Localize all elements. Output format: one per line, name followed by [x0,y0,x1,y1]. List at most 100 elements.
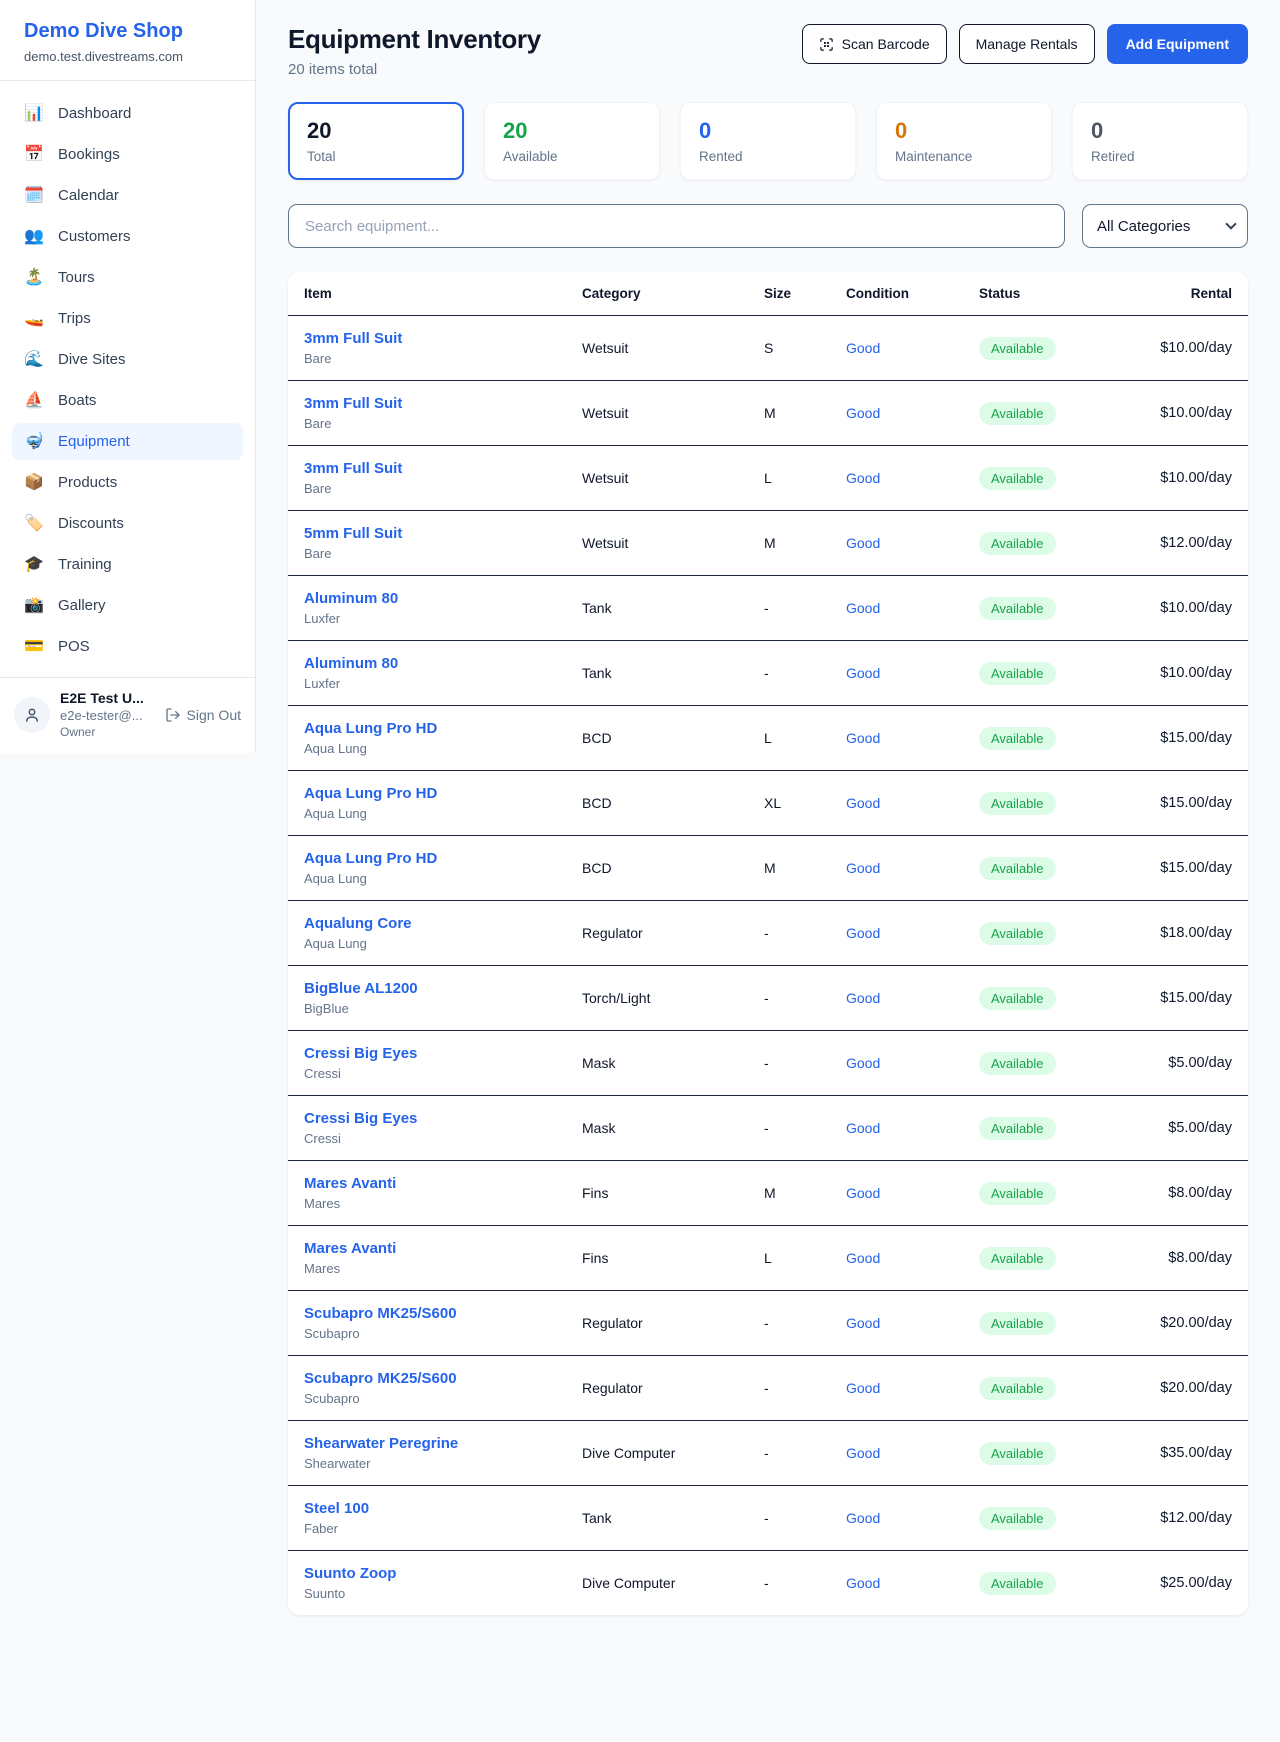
table-row[interactable]: Scubapro MK25/S600 Scubapro Regulator - … [288,1291,1248,1356]
stat-card-total[interactable]: 20 Total [288,102,464,180]
table-row[interactable]: Aqua Lung Pro HD Aqua Lung BCD XL Good A… [288,771,1248,836]
sidebar-item-calendar[interactable]: 🗓️ Calendar [12,177,243,214]
table-row[interactable]: Aqua Lung Pro HD Aqua Lung BCD L Good Av… [288,706,1248,771]
item-size: - [748,1096,830,1161]
status-badge: Available [979,1507,1056,1530]
condition-link[interactable]: Good [846,1120,880,1136]
sidebar-item-dashboard[interactable]: 📊 Dashboard [12,95,243,132]
table-row[interactable]: Shearwater Peregrine Shearwater Dive Com… [288,1421,1248,1486]
condition-link[interactable]: Good [846,1380,880,1396]
sidebar-item-pos[interactable]: 💳 POS [12,628,243,665]
condition-link[interactable]: Good [846,535,880,551]
condition-link[interactable]: Good [846,925,880,941]
status-badge: Available [979,1572,1056,1595]
table-row[interactable]: 3mm Full Suit Bare Wetsuit L Good Availa… [288,446,1248,511]
condition-link[interactable]: Good [846,730,880,746]
add-equipment-button[interactable]: Add Equipment [1107,24,1248,64]
item-name-link[interactable]: Aqualung Core [304,915,550,932]
item-name-link[interactable]: 3mm Full Suit [304,395,550,412]
sidebar-item-training[interactable]: 🎓 Training [12,546,243,583]
scan-barcode-button[interactable]: Scan Barcode [802,24,947,64]
condition-link[interactable]: Good [846,340,880,356]
table-row[interactable]: Scubapro MK25/S600 Scubapro Regulator - … [288,1356,1248,1421]
item-name-link[interactable]: Suunto Zoop [304,1565,550,1582]
item-name-link[interactable]: 3mm Full Suit [304,460,550,477]
item-name-link[interactable]: Cressi Big Eyes [304,1045,550,1062]
table-row[interactable]: Cressi Big Eyes Cressi Mask - Good Avail… [288,1031,1248,1096]
item-name-link[interactable]: Mares Avanti [304,1175,550,1192]
condition-link[interactable]: Good [846,795,880,811]
column-size: Size [748,272,830,316]
condition-link[interactable]: Good [846,665,880,681]
table-row[interactable]: BigBlue AL1200 BigBlue Torch/Light - Goo… [288,966,1248,1031]
condition-link[interactable]: Good [846,1315,880,1331]
item-brand: Faber [304,1521,550,1536]
sidebar-item-tours[interactable]: 🏝️ Tours [12,259,243,296]
manage-rentals-button[interactable]: Manage Rentals [959,24,1095,64]
table-row[interactable]: Aqua Lung Pro HD Aqua Lung BCD M Good Av… [288,836,1248,901]
item-name-link[interactable]: Mares Avanti [304,1240,550,1257]
item-cell: Shearwater Peregrine Shearwater [288,1421,566,1486]
table-row[interactable]: Mares Avanti Mares Fins M Good Available… [288,1161,1248,1226]
condition-link[interactable]: Good [846,1510,880,1526]
item-name-link[interactable]: Aqua Lung Pro HD [304,850,550,867]
stat-card-maintenance[interactable]: 0 Maintenance [876,102,1052,180]
item-name-link[interactable]: Cressi Big Eyes [304,1110,550,1127]
stat-card-available[interactable]: 20 Available [484,102,660,180]
item-name-link[interactable]: Scubapro MK25/S600 [304,1305,550,1322]
stat-value: 0 [895,118,1033,144]
table-row[interactable]: Mares Avanti Mares Fins L Good Available… [288,1226,1248,1291]
nav-item-icon: 📦 [24,475,44,491]
stat-card-rented[interactable]: 0 Rented [680,102,856,180]
sidebar-item-discounts[interactable]: 🏷️ Discounts [12,505,243,542]
condition-link[interactable]: Good [846,1575,880,1591]
table-row[interactable]: Suunto Zoop Suunto Dive Computer - Good … [288,1551,1248,1616]
sidebar-item-customers[interactable]: 👥 Customers [12,218,243,255]
item-name-link[interactable]: 3mm Full Suit [304,330,550,347]
condition-link[interactable]: Good [846,860,880,876]
item-name-link[interactable]: BigBlue AL1200 [304,980,550,997]
status-cell: Available [963,706,1100,771]
sidebar-item-equipment[interactable]: 🤿 Equipment [12,423,243,460]
condition-link[interactable]: Good [846,405,880,421]
sidebar-item-trips[interactable]: 🚤 Trips [12,300,243,337]
condition-link[interactable]: Good [846,470,880,486]
item-name-link[interactable]: Scubapro MK25/S600 [304,1370,550,1387]
condition-link[interactable]: Good [846,1445,880,1461]
sidebar-item-bookings[interactable]: 📅 Bookings [12,136,243,173]
condition-link[interactable]: Good [846,1185,880,1201]
item-name-link[interactable]: Shearwater Peregrine [304,1435,550,1452]
table-row[interactable]: Aluminum 80 Luxfer Tank - Good Available… [288,576,1248,641]
item-name-link[interactable]: 5mm Full Suit [304,525,550,542]
sidebar-item-boats[interactable]: ⛵ Boats [12,382,243,419]
sidebar-item-gallery[interactable]: 📸 Gallery [12,587,243,624]
nav-item-label: POS [58,638,90,655]
table-row[interactable]: 3mm Full Suit Bare Wetsuit M Good Availa… [288,381,1248,446]
table-row[interactable]: Aqualung Core Aqua Lung Regulator - Good… [288,901,1248,966]
table-row[interactable]: Cressi Big Eyes Cressi Mask - Good Avail… [288,1096,1248,1161]
table-row[interactable]: Aluminum 80 Luxfer Tank - Good Available… [288,641,1248,706]
sign-out-button[interactable]: Sign Out [165,707,241,723]
search-input[interactable] [288,204,1065,248]
condition-link[interactable]: Good [846,1055,880,1071]
status-cell: Available [963,446,1100,511]
item-category: Regulator [566,1291,748,1356]
item-name-link[interactable]: Aqua Lung Pro HD [304,785,550,802]
stat-card-retired[interactable]: 0 Retired [1072,102,1248,180]
rental-rate: $15.00/day [1100,771,1248,836]
condition-link[interactable]: Good [846,990,880,1006]
table-row[interactable]: 5mm Full Suit Bare Wetsuit M Good Availa… [288,511,1248,576]
item-name-link[interactable]: Steel 100 [304,1500,550,1517]
item-name-link[interactable]: Aqua Lung Pro HD [304,720,550,737]
item-name-link[interactable]: Aluminum 80 [304,655,550,672]
condition-link[interactable]: Good [846,600,880,616]
item-size: - [748,966,830,1031]
condition-link[interactable]: Good [846,1250,880,1266]
item-name-link[interactable]: Aluminum 80 [304,590,550,607]
table-row[interactable]: 3mm Full Suit Bare Wetsuit S Good Availa… [288,316,1248,381]
category-select[interactable]: All Categories [1082,204,1248,248]
table-row[interactable]: Steel 100 Faber Tank - Good Available $1… [288,1486,1248,1551]
sidebar-item-products[interactable]: 📦 Products [12,464,243,501]
condition-cell: Good [830,1356,963,1421]
sidebar-item-dive-sites[interactable]: 🌊 Dive Sites [12,341,243,378]
